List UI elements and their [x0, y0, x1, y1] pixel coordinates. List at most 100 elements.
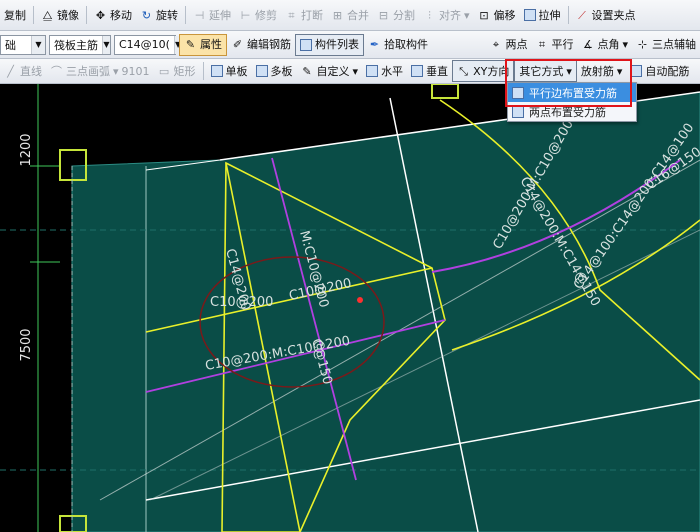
pick-component-button[interactable]: ✒ 拾取构件: [364, 34, 432, 56]
custom-button[interactable]: ✎ 自定义 ▾: [297, 60, 363, 82]
copy-label: 复制: [4, 8, 26, 22]
single-slab-button[interactable]: 单板: [207, 60, 252, 82]
other-method-menu: 平行边布置受力筋 两点布置受力筋: [507, 82, 637, 122]
multi-slab-icon: [255, 65, 268, 77]
edit-rebar-icon: ✐: [232, 38, 243, 51]
properties-label: 属性: [200, 38, 222, 51]
align-button[interactable]: ⫶ 对齐 ▾: [419, 4, 474, 26]
xy-direction-label: XY方向: [473, 64, 510, 78]
chevron-down-icon: ▼: [102, 35, 110, 54]
arc-icon: ⌒: [51, 64, 62, 78]
break-icon: ⌗: [288, 8, 295, 22]
offset-button[interactable]: ⊡ 偏移: [474, 4, 520, 26]
layer-select[interactable]: 础 ▼: [0, 34, 46, 55]
point-angle-button[interactable]: ∡ 点角 ▾: [577, 34, 632, 56]
chevron-down-icon: ▾: [622, 38, 628, 51]
move-button[interactable]: ✥ 移动: [90, 4, 136, 26]
stretch-icon: [523, 9, 536, 21]
extend-button[interactable]: ⊣ 延伸: [189, 4, 235, 26]
point-angle-label: 点角: [597, 38, 620, 51]
rebar-type-select[interactable]: 筏板主筋 ▼: [49, 34, 111, 55]
single-slab-label: 单板: [225, 64, 248, 78]
parallel-button[interactable]: ⌗ 平行: [531, 34, 577, 56]
rebar-type-value: 筏板主筋: [54, 38, 98, 52]
menu-item-label: 两点布置受力筋: [529, 105, 606, 119]
rotate-button[interactable]: ↻ 旋转: [136, 4, 182, 26]
split-icon: ⊟: [378, 8, 389, 22]
three-point-arc-label: 三点画弧: [66, 64, 110, 78]
custom-icon: ✎: [302, 64, 312, 78]
vertical-icon: [411, 65, 424, 77]
custom-label: 自定义: [316, 64, 350, 78]
radial-rebar-button[interactable]: 放射筋 ▾: [577, 60, 627, 82]
auto-rebar-button[interactable]: 自动配筋: [626, 60, 693, 82]
point-angle-icon: ∡: [583, 38, 593, 51]
layer-select-value: 础: [5, 38, 16, 52]
two-points-button[interactable]: ⌖ 两点: [485, 34, 531, 56]
other-method-label: 其它方式: [519, 64, 564, 78]
radial-rebar-label: 放射筋: [580, 64, 614, 78]
line-button[interactable]: ╱ 直线: [0, 60, 46, 82]
trim-button[interactable]: ⊢ 修剪: [235, 4, 281, 26]
offset-label: 偏移: [493, 8, 516, 22]
mirror-icon: ⧋: [42, 8, 53, 22]
merge-button[interactable]: ⊞ 合并: [327, 4, 373, 26]
dimension-label-top: 1200: [19, 133, 34, 166]
stretch-button[interactable]: 拉伸: [520, 4, 565, 26]
vertical-label: 垂直: [426, 64, 449, 78]
list-icon: [300, 38, 312, 51]
mirror-button[interactable]: ⧋ 镜像: [37, 4, 83, 26]
chevron-down-icon: ▾: [566, 64, 572, 78]
properties-button[interactable]: ✎ 属性: [179, 33, 227, 56]
break-label: 打断: [301, 8, 323, 22]
auto-rebar-icon: [630, 65, 643, 77]
multi-slab-label: 多板: [270, 64, 293, 78]
chevron-down-icon: ▼: [31, 35, 45, 54]
set-grip-button[interactable]: ⟋ 设置夹点: [572, 4, 640, 26]
edit-rebar-button[interactable]: ✐ 编辑钢筋: [227, 34, 295, 56]
copy-button[interactable]: 复制: [0, 4, 30, 26]
chevron-down-icon: ▾: [464, 8, 470, 22]
pick-icon: ✒: [369, 38, 380, 51]
multi-slab-button[interactable]: 多板: [252, 60, 297, 82]
parallel-edge-icon: [512, 86, 524, 99]
move-icon: ✥: [95, 8, 106, 22]
toolbar-draw: ╱ 直线 ⌒ 三点画弧 ▾ 9101 ▭ 矩形 单板 多板 ✎ 自定义 ▾ 水平 垂直 ⤡ XY…: [0, 59, 700, 84]
merge-label: 合并: [347, 8, 369, 22]
xy-direction-icon: ⤡: [459, 64, 468, 78]
vertical-button[interactable]: 垂直: [407, 60, 452, 82]
arc-value: 9101: [121, 64, 150, 78]
divider: [202, 62, 204, 80]
trim-label: 修剪: [255, 8, 277, 22]
parallel-icon: ⌗: [538, 38, 546, 51]
xy-direction-button[interactable]: ⤡ XY方向: [452, 60, 515, 82]
split-label: 分割: [393, 8, 415, 22]
extend-label: 延伸: [209, 8, 231, 22]
menu-item-parallel-edge-rebar[interactable]: 平行边布置受力筋: [508, 83, 636, 102]
three-point-arc-button[interactable]: ⌒ 三点画弧 ▾ 9101: [46, 60, 154, 82]
rectangle-label: 矩形: [173, 64, 196, 78]
two-point-icon: [512, 105, 524, 118]
chevron-down-icon: ▾: [113, 64, 119, 78]
toolbar-edit: 复制 ⧋ 镜像 ✥ 移动 ↻ 旋转 ⊣ 延伸 ⊢ 修剪 ⌗ 打断 ⊞ 合并 ⊟ 分割 ⫶ 对齐 ▾ …: [0, 0, 700, 31]
menu-item-two-point-rebar[interactable]: 两点布置受力筋: [508, 102, 636, 121]
line-label: 直线: [20, 64, 42, 78]
horizontal-button[interactable]: 水平: [362, 60, 407, 82]
component-list-button[interactable]: 构件列表: [295, 33, 364, 56]
extend-icon: ⊣: [194, 8, 205, 22]
three-point-axis-button[interactable]: ⊹ 三点辅轴: [632, 34, 700, 56]
drawing-canvas[interactable]: 1200 7500 C10@200 C10@200 C10@200:M:C10@…: [0, 84, 700, 532]
rectangle-button[interactable]: ▭ 矩形: [154, 60, 200, 82]
edit-rebar-label: 编辑钢筋: [247, 38, 291, 51]
insertion-point: [357, 297, 363, 303]
mirror-label: 镜像: [57, 8, 79, 22]
align-label: 对齐: [439, 8, 461, 22]
split-button[interactable]: ⊟ 分割: [373, 4, 419, 26]
divider: [86, 6, 87, 24]
dimension-label-left: 7500: [19, 328, 34, 361]
horizontal-icon: [366, 65, 379, 77]
other-method-button[interactable]: 其它方式 ▾: [514, 60, 577, 82]
break-button[interactable]: ⌗ 打断: [281, 4, 327, 26]
rebar-spec-select[interactable]: C14@10(▼: [114, 34, 182, 55]
rotate-label: 旋转: [156, 8, 178, 22]
